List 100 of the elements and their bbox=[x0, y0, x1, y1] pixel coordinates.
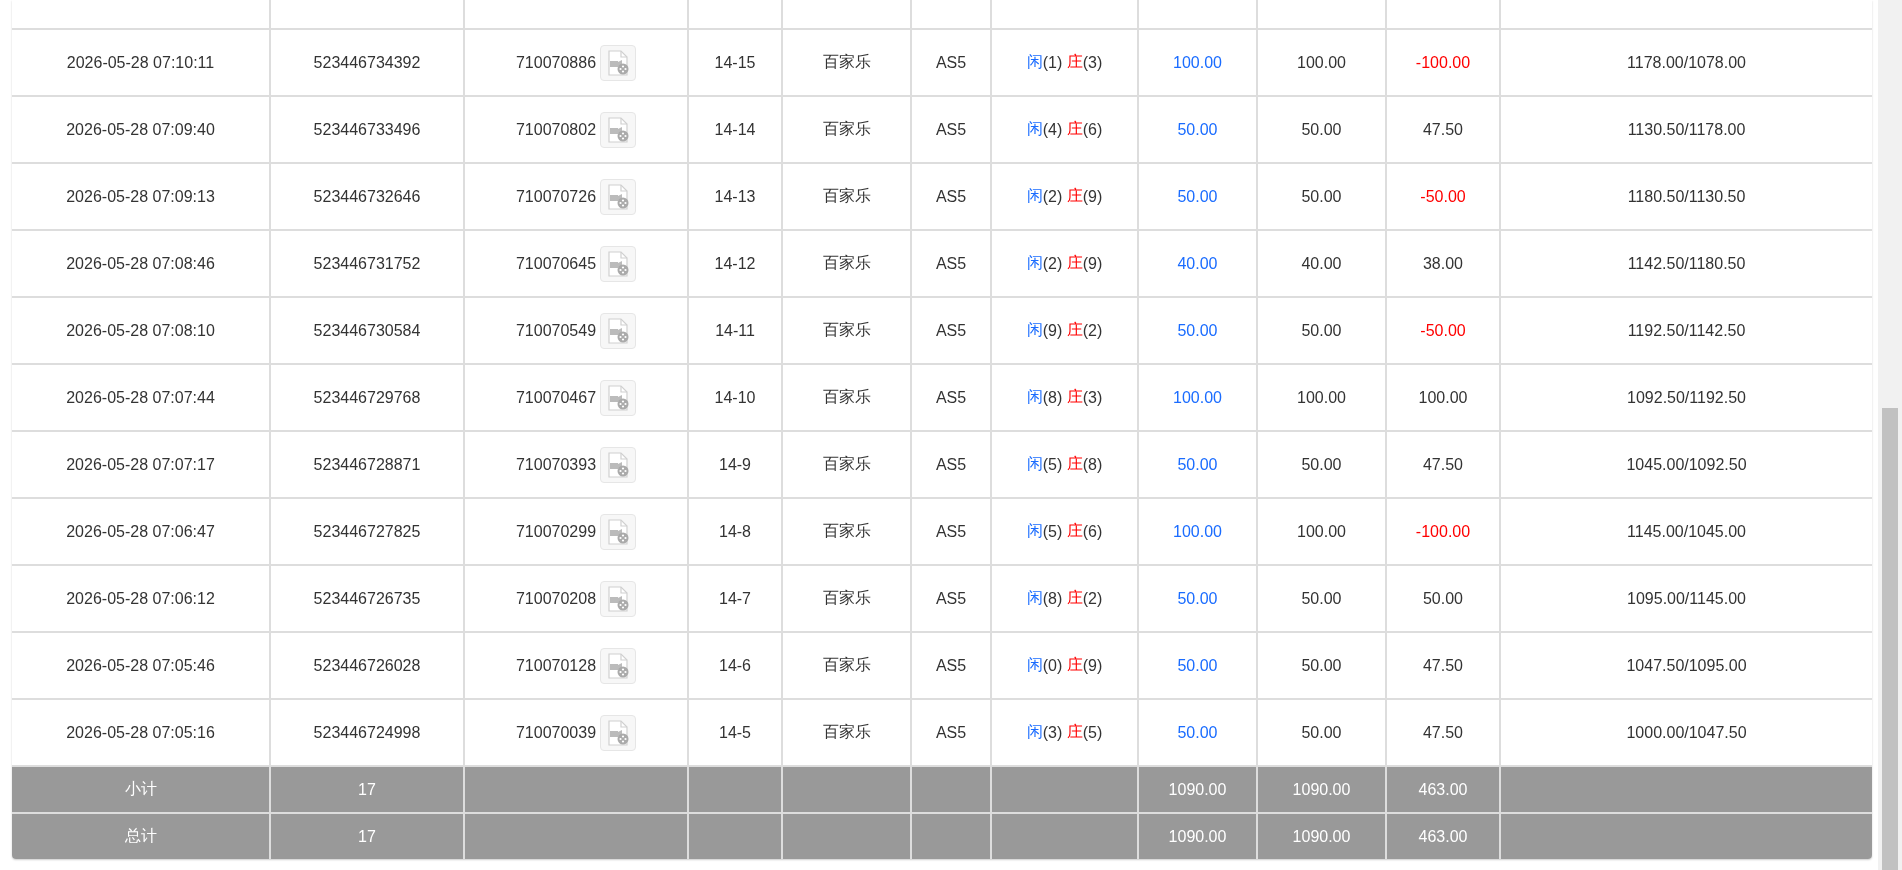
result-cell: 闲(2) 庄(9) bbox=[990, 231, 1137, 296]
round-id-cell: 710070886 bbox=[515, 53, 597, 72]
table-cell: AS5 bbox=[910, 633, 990, 698]
game-cell: 百家乐 bbox=[781, 298, 910, 363]
game-cell: 百家乐 bbox=[781, 30, 910, 95]
bet-time-cell-text: 2026-05-28 07:10:11 bbox=[65, 52, 216, 73]
bet-time-cell-text: 2026-05-28 07:06:47 bbox=[65, 521, 216, 542]
balance-cell: 1180.50/1130.50 bbox=[1499, 164, 1872, 229]
video-replay-button[interactable] bbox=[600, 513, 637, 550]
bet-time-cell-text: 2026-05-28 07:08:10 bbox=[65, 320, 216, 341]
video-replay-button[interactable] bbox=[600, 580, 637, 617]
win-loss-cell: 47.50 bbox=[1385, 633, 1499, 698]
bet-id-cell: 523446728871 bbox=[269, 432, 463, 497]
video-replay-button[interactable] bbox=[600, 111, 637, 148]
valid-bet-cell: 100.00 bbox=[1256, 499, 1385, 564]
bet-amount-cell: 100.00 bbox=[1137, 30, 1256, 95]
total-count: 17 bbox=[269, 767, 463, 812]
bet-time-cell-text: 2026-05-28 07:07:17 bbox=[65, 454, 216, 475]
balance-cell: 1192.50/1142.50 bbox=[1499, 298, 1872, 363]
round-id-cell: 710070128 bbox=[515, 656, 597, 675]
round-id-cell: 710070393 bbox=[515, 455, 597, 474]
win-loss-cell: 50.00 bbox=[1385, 566, 1499, 631]
shoe-cell: 14-10 bbox=[687, 365, 781, 430]
shoe-cell: 14-13 bbox=[687, 164, 781, 229]
result-cell: 闲(1) 庄(3) bbox=[990, 30, 1137, 95]
win-loss-cell: -50.00 bbox=[1385, 298, 1499, 363]
shoe-cell: 14-8 bbox=[687, 499, 781, 564]
table-cell: AS5 bbox=[910, 566, 990, 631]
bet-amount-cell: 100.00 bbox=[1137, 499, 1256, 564]
total-win-loss: 463.00 bbox=[1385, 767, 1499, 812]
total-win-loss: 463.00 bbox=[1385, 814, 1499, 859]
table-cell: AS5 bbox=[910, 231, 990, 296]
bet-amount-cell: 100.00 bbox=[1137, 365, 1256, 430]
video-replay-button[interactable] bbox=[600, 44, 637, 81]
round-id-cell: 710070645 bbox=[515, 254, 597, 273]
result-cell: 闲(0) 庄(9) bbox=[990, 633, 1137, 698]
total-bet: 1090.00 bbox=[1137, 767, 1256, 812]
bet-id-cell: 523446726028 bbox=[269, 633, 463, 698]
bet-time-cell-text: 2026-05-28 07:08:46 bbox=[65, 253, 216, 274]
game-cell: 百家乐 bbox=[781, 700, 910, 765]
table-cell: AS5 bbox=[910, 97, 990, 162]
result-cell: 闲(3) 庄(5) bbox=[990, 700, 1137, 765]
valid-bet-cell: 40.00 bbox=[1256, 231, 1385, 296]
valid-bet-cell: 50.00 bbox=[1256, 164, 1385, 229]
round-id-cell: 710070549 bbox=[515, 321, 597, 340]
result-cell: 闲(9) 庄(2) bbox=[990, 298, 1137, 363]
valid-bet-cell: 50.00 bbox=[1256, 432, 1385, 497]
table-cell: AS5 bbox=[910, 499, 990, 564]
scrollbar[interactable] bbox=[1878, 0, 1902, 870]
video-replay-button[interactable] bbox=[600, 379, 637, 416]
video-replay-button[interactable] bbox=[600, 245, 637, 282]
total-bet: 1090.00 bbox=[1137, 814, 1256, 859]
bet-id-cell: 523446724998 bbox=[269, 700, 463, 765]
bet-id-cell: 523446729768 bbox=[269, 365, 463, 430]
table-cell: AS5 bbox=[910, 432, 990, 497]
total-valid-bet: 1090.00 bbox=[1256, 767, 1385, 812]
video-replay-button[interactable] bbox=[600, 178, 637, 215]
total-count: 17 bbox=[269, 814, 463, 859]
bet-amount-cell: 40.00 bbox=[1137, 231, 1256, 296]
win-loss-cell: 38.00 bbox=[1385, 231, 1499, 296]
bet-id-cell: 523446733496 bbox=[269, 97, 463, 162]
bet-amount-cell: 50.00 bbox=[1137, 97, 1256, 162]
video-replay-button[interactable] bbox=[600, 446, 637, 483]
round-id-cell: 710070726 bbox=[515, 187, 597, 206]
game-cell: 百家乐 bbox=[781, 499, 910, 564]
bet-id-cell: 523446730584 bbox=[269, 298, 463, 363]
shoe-cell: 14-6 bbox=[687, 633, 781, 698]
win-loss-cell: 100.00 bbox=[1385, 365, 1499, 430]
valid-bet-cell: 100.00 bbox=[1256, 30, 1385, 95]
bet-id-cell: 523446734392 bbox=[269, 30, 463, 95]
total-label: 小计 bbox=[123, 779, 158, 799]
balance-cell: 1000.00/1047.50 bbox=[1499, 700, 1872, 765]
valid-bet-cell: 50.00 bbox=[1256, 298, 1385, 363]
shoe-cell: 14-11 bbox=[687, 298, 781, 363]
game-cell: 百家乐 bbox=[781, 164, 910, 229]
valid-bet-cell: 50.00 bbox=[1256, 97, 1385, 162]
round-id-cell: 710070299 bbox=[515, 522, 597, 541]
bet-amount-cell: 50.00 bbox=[1137, 700, 1256, 765]
bet-time-cell-text: 2026-05-28 07:09:40 bbox=[65, 119, 216, 140]
bet-time-cell-text: 2026-05-28 07:05:46 bbox=[65, 655, 216, 676]
win-loss-cell: -100.00 bbox=[1385, 30, 1499, 95]
result-cell: 闲(8) 庄(3) bbox=[990, 365, 1137, 430]
bet-id-cell: 523446726735 bbox=[269, 566, 463, 631]
balance-cell: 1045.00/1092.50 bbox=[1499, 432, 1872, 497]
valid-bet-cell: 50.00 bbox=[1256, 633, 1385, 698]
win-loss-cell: -50.00 bbox=[1385, 164, 1499, 229]
video-replay-button[interactable] bbox=[600, 312, 637, 349]
valid-bet-cell: 50.00 bbox=[1256, 566, 1385, 631]
game-cell: 百家乐 bbox=[781, 633, 910, 698]
bet-amount-cell: 50.00 bbox=[1137, 633, 1256, 698]
result-cell: 闲(5) 庄(8) bbox=[990, 432, 1137, 497]
balance-cell: 1178.00/1078.00 bbox=[1499, 30, 1872, 95]
video-replay-button[interactable] bbox=[600, 714, 637, 751]
game-cell: 百家乐 bbox=[781, 231, 910, 296]
video-replay-button[interactable] bbox=[600, 647, 637, 684]
shoe-cell: 14-14 bbox=[687, 97, 781, 162]
table-cell: AS5 bbox=[910, 700, 990, 765]
result-cell: 闲(4) 庄(6) bbox=[990, 97, 1137, 162]
bet-id-cell: 523446727825 bbox=[269, 499, 463, 564]
table-cell: AS5 bbox=[910, 298, 990, 363]
